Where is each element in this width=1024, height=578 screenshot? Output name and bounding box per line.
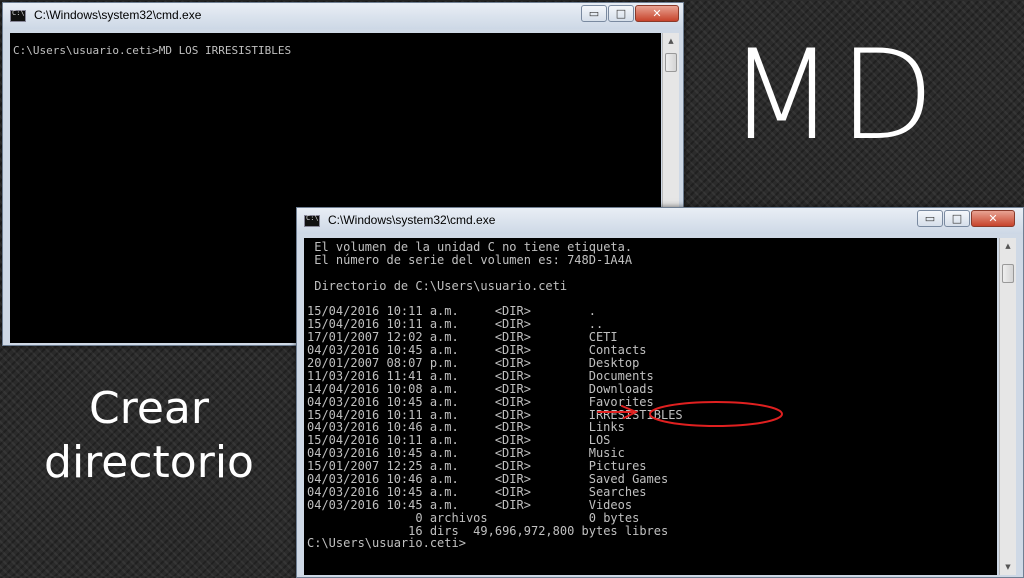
minimize-button[interactable]: ▭ <box>581 5 607 22</box>
slide-heading: MD <box>728 24 939 168</box>
entry-type: <DIR> <box>494 484 531 499</box>
entry-name: . <box>588 304 596 319</box>
scroll-thumb[interactable] <box>665 53 677 72</box>
command-prompt[interactable]: C:\Users\usuario.ceti> <box>307 537 997 550</box>
minimize-button[interactable]: ▭ <box>917 210 943 227</box>
entry-time: 10:45 <box>386 497 423 512</box>
entry-name: Desktop <box>588 356 640 371</box>
entry-date: 14/04/2016 <box>307 381 380 396</box>
list-item: 04/03/2016 10:46 a.m. <DIR> Saved Games <box>307 473 997 486</box>
entry-name: Documents <box>588 368 654 383</box>
console-header-line: Directorio de C:\Users\usuario.ceti <box>307 278 568 293</box>
close-button[interactable]: ✕ <box>971 210 1015 227</box>
console-output[interactable]: El volumen de la unidad C no tiene etiqu… <box>304 238 997 575</box>
entry-time: 10:45 <box>386 484 423 499</box>
entry-name: LOS <box>588 433 611 448</box>
entry-name: .. <box>588 317 604 332</box>
directory-listing: 15/04/2016 10:11 a.m. <DIR>. 15/04/2016 10:11… <box>307 305 997 511</box>
subtitle-line-2: directorio <box>44 437 254 488</box>
entry-date: 20/01/2007 <box>307 356 380 371</box>
console-header-line <box>307 267 997 280</box>
list-item: 04/03/2016 10:45 a.m. <DIR> Videos <box>307 497 997 512</box>
entry-type: <DIR> <box>494 497 531 512</box>
entry-name: Pictures <box>588 459 647 474</box>
entry-type: <DIR> <box>494 394 531 409</box>
cmd-window-front[interactable]: C:\Windows\system32\cmd.exe ▭ □ ✕ El vol… <box>296 207 1024 578</box>
entry-name: Music <box>588 446 625 461</box>
entry-ampm: a.m. <box>429 394 459 409</box>
console-header-line: El número de serie del volumen es: 748D-… <box>307 252 633 267</box>
entry-ampm: a.m. <box>429 472 459 487</box>
entry-date: 04/03/2016 <box>307 472 380 487</box>
vertical-scrollbar[interactable]: ▲ ▼ <box>999 238 1016 575</box>
entry-name: Saved Games <box>588 472 669 487</box>
subtitle-line-1: Crear <box>89 383 209 434</box>
entry-ampm: a.m. <box>429 381 459 396</box>
entry-ampm: a.m. <box>429 484 459 499</box>
scroll-up-arrow-icon[interactable]: ▲ <box>1000 238 1016 254</box>
entry-time: 10:46 <box>386 472 423 487</box>
cmd-icon <box>304 214 320 227</box>
window-title: C:\Windows\system32\cmd.exe <box>328 213 496 227</box>
entry-name: Videos <box>588 497 633 512</box>
slide-subtitle: Crear directorio <box>20 382 278 490</box>
maximize-button[interactable]: □ <box>608 5 634 22</box>
scroll-up-arrow-icon[interactable]: ▲ <box>663 33 679 49</box>
window-title: C:\Windows\system32\cmd.exe <box>34 8 202 22</box>
entry-name: Favorites <box>588 394 654 409</box>
title-bar[interactable]: C:\Windows\system32\cmd.exe ▭ □ ✕ <box>297 208 1023 234</box>
entry-time: 08:07 <box>386 356 423 371</box>
close-button[interactable]: ✕ <box>635 5 679 22</box>
entry-type: <DIR> <box>494 472 531 487</box>
console-header-line: El volumen de la unidad C no tiene etiqu… <box>307 240 633 254</box>
scroll-down-arrow-icon[interactable]: ▼ <box>1000 559 1016 575</box>
list-item: 04/03/2016 10:45 a.m. <DIR> Searches <box>307 484 997 499</box>
entry-date: 04/03/2016 <box>307 484 380 499</box>
entry-ampm: p.m. <box>429 356 459 371</box>
title-bar[interactable]: C:\Windows\system32\cmd.exe ▭ □ ✕ <box>3 3 683 29</box>
entry-date: 11/03/2016 <box>307 368 380 383</box>
cmd-icon <box>10 9 26 22</box>
entry-date: 04/03/2016 <box>307 497 380 512</box>
entry-name: Downloads <box>588 381 654 396</box>
entry-ampm: a.m. <box>429 368 459 383</box>
entry-name: CETI <box>588 330 618 345</box>
entry-name: IRRESISTIBLES <box>588 407 683 422</box>
entry-type: <DIR> <box>494 356 531 371</box>
entry-name: Searches <box>588 484 647 499</box>
entry-type: <DIR> <box>494 368 531 383</box>
console-summary-line: 0 archivos 0 bytes <box>307 510 640 525</box>
entry-name: Contacts <box>588 343 647 358</box>
entry-date: 04/03/2016 <box>307 394 380 409</box>
console-line: C:\Users\usuario.ceti>MD LOS IRRESISTIBL… <box>13 44 292 57</box>
entry-time: 10:08 <box>386 381 423 396</box>
entry-type: <DIR> <box>494 381 531 396</box>
entry-time: 11:41 <box>386 368 423 383</box>
maximize-button[interactable]: □ <box>944 210 970 227</box>
entry-name: Links <box>588 420 625 435</box>
entry-ampm: a.m. <box>429 497 459 512</box>
scroll-thumb[interactable] <box>1002 264 1014 283</box>
entry-time: 10:45 <box>386 394 423 409</box>
